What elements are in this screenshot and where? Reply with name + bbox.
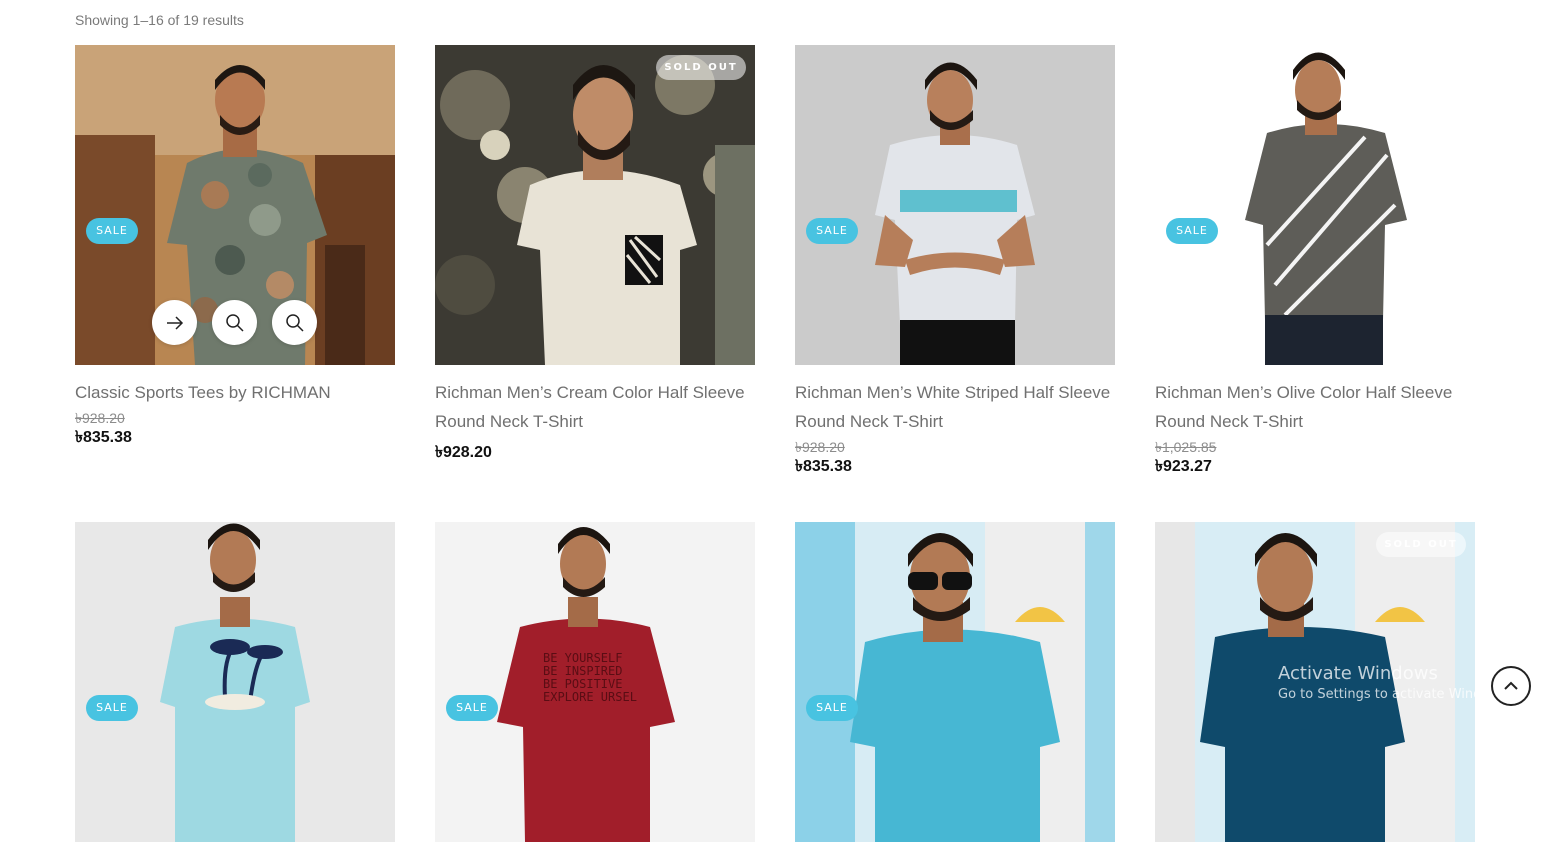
- product-title[interactable]: Richman Men’s White Striped Half Sleeve …: [795, 378, 1115, 436]
- product-card[interactable]: SALE Richman Men’s White Striped Half Sl…: [795, 45, 1115, 478]
- price: ৳928.20: [435, 444, 492, 461]
- product-card[interactable]: SALE Richman Men’s Olive Color Half Slee…: [1155, 45, 1475, 478]
- product-photo: [795, 522, 1115, 842]
- product-card[interactable]: SALE Classic Sports Tees by RICHMAN ৳928…: [75, 45, 395, 449]
- product-image[interactable]: BE YOURSELF BE INSPIRED BE POSITIVE EXPL…: [435, 522, 755, 842]
- product-photo: [75, 522, 395, 842]
- sale-price: ৳923.27: [1155, 458, 1212, 475]
- product-image[interactable]: SALE: [795, 45, 1115, 365]
- chevron-up-icon: [1504, 681, 1518, 690]
- watermark-subtitle: Go to Settings to activate Windows.: [1278, 687, 1511, 702]
- product-photo: BE YOURSELF BE INSPIRED BE POSITIVE EXPL…: [435, 522, 755, 842]
- product-card[interactable]: BE YOURSELF BE INSPIRED BE POSITIVE EXPL…: [435, 522, 755, 842]
- tshirt-print-line: EXPLORE URSEL: [543, 690, 637, 704]
- activate-windows-watermark: Activate Windows Go to Settings to activ…: [1278, 663, 1511, 702]
- product-title[interactable]: Classic Sports Tees by RICHMAN: [75, 378, 395, 407]
- product-title[interactable]: Richman Men’s Olive Color Half Sleeve Ro…: [1155, 378, 1475, 436]
- sale-price: ৳835.38: [75, 429, 132, 446]
- product-actions: [152, 300, 317, 345]
- scroll-to-top-button[interactable]: [1491, 666, 1531, 706]
- sale-badge: SALE: [806, 695, 858, 721]
- product-card[interactable]: SOLD OUT Richman Men’s Cream Color Half …: [435, 45, 755, 464]
- product-image[interactable]: SALE: [795, 522, 1115, 842]
- product-image[interactable]: SOLD OUT: [435, 45, 755, 365]
- product-card[interactable]: SALE: [75, 522, 395, 842]
- sale-badge: SALE: [446, 695, 498, 721]
- product-photo: [1155, 45, 1475, 365]
- product-photo: [795, 45, 1115, 365]
- product-title[interactable]: Richman Men’s Cream Color Half Sleeve Ro…: [435, 378, 755, 436]
- product-image[interactable]: SALE: [1155, 45, 1475, 365]
- product-card[interactable]: SALE: [795, 522, 1115, 842]
- tshirt-print-line: BE POSITIVE: [543, 677, 622, 691]
- product-image[interactable]: SALE: [75, 45, 395, 365]
- sale-badge: SALE: [86, 695, 138, 721]
- watermark-title: Activate Windows: [1278, 663, 1438, 684]
- product-image[interactable]: SALE: [75, 522, 395, 842]
- sale-price: ৳835.38: [795, 458, 852, 475]
- arrow-right-icon[interactable]: [152, 300, 197, 345]
- sale-badge: SALE: [86, 218, 138, 244]
- sold-out-badge: SOLD OUT: [656, 55, 746, 80]
- sale-badge: SALE: [806, 218, 858, 244]
- search-icon[interactable]: [212, 300, 257, 345]
- zoom-icon[interactable]: [272, 300, 317, 345]
- original-price: ৳928.20: [75, 410, 125, 426]
- product-photo: [435, 45, 755, 365]
- original-price: ৳1,025.85: [1155, 439, 1217, 455]
- result-count: Showing 1–16 of 19 results: [75, 12, 244, 28]
- sold-out-badge: SOLD OUT: [1376, 532, 1466, 557]
- tshirt-print-line: BE INSPIRED: [543, 664, 622, 678]
- tshirt-print-line: BE YOURSELF: [543, 651, 622, 665]
- original-price: ৳928.20: [795, 439, 845, 455]
- sale-badge: SALE: [1166, 218, 1218, 244]
